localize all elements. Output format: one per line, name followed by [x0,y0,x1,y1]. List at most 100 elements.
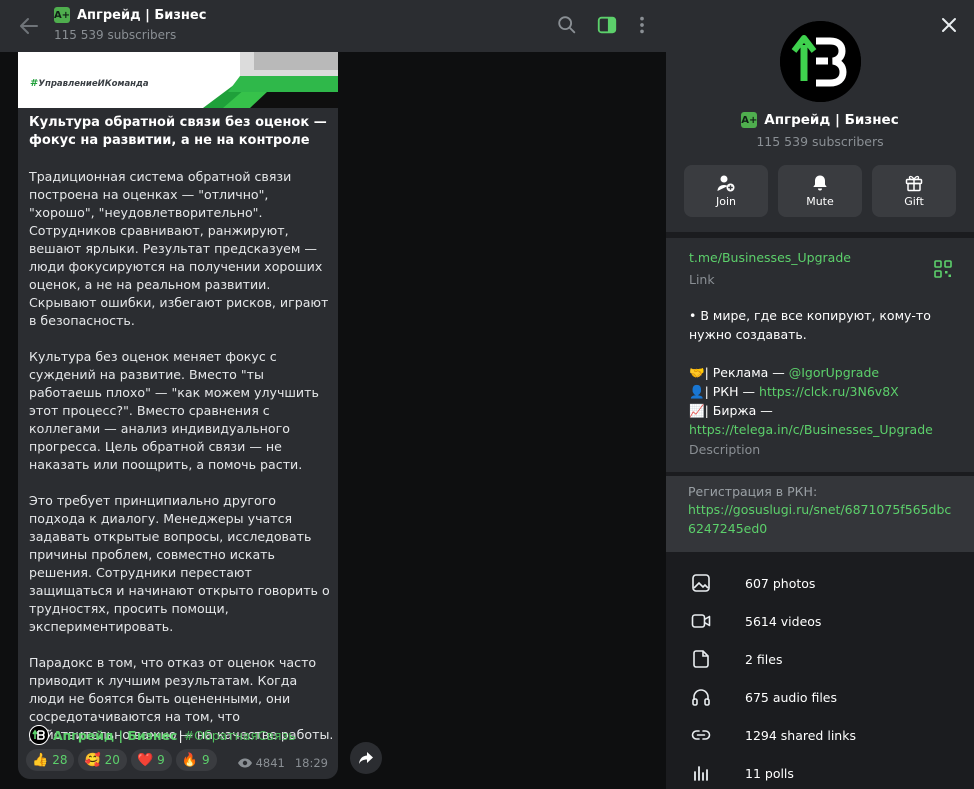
info-header-section: A+ Апгрейд | Бизнес 115 539 subscribers … [666,0,974,232]
qr-code-icon[interactable] [934,260,952,278]
back-arrow-icon[interactable] [17,14,41,38]
forward-arrow-icon [359,752,373,764]
chat-header: A+ Апгрейд | Бизнес 115 539 subscribers [0,0,666,52]
mute-button[interactable]: Mute [778,165,862,217]
forward-button[interactable] [350,742,382,774]
post-paragraph: Это требует принципиально другого подход… [29,493,330,634]
gift-button[interactable]: Gift [872,165,956,217]
media-files[interactable]: 2 files [666,640,974,678]
registration-section: Регистрация в РКН: https://gosuslugi.ru/… [666,476,974,552]
reaction-emoji: 🥰 [84,752,101,768]
reaction-emoji: ❤️ [136,752,154,768]
post-image[interactable]: #УправлениеИКоманда [18,52,338,108]
bell-icon [813,175,827,191]
add-user-icon [717,175,735,192]
desc-rkn-line: 👤| РКН — https://clck.ru/3N6v8X [689,382,964,401]
media-videos-label: 5614 videos [745,613,822,629]
close-icon[interactable] [938,14,960,36]
handshake-icon: 🤝 [689,365,705,380]
person-icon: 👤 [689,384,705,399]
channel-badge-icon: A+ [54,7,70,23]
eye-icon [237,758,252,768]
info-description-section: t.me/Businesses_Upgrade Link • В мире, г… [666,238,974,472]
desc-ads-text: | Реклама — [704,365,789,380]
reaction-heart[interactable]: ❤️ 9 [130,749,172,771]
channel-info-panel: A+ Апгрейд | Бизнес 115 539 subscribers … [666,0,974,789]
link-icon [691,730,711,740]
channel-subscribers: 115 539 subscribers [756,134,884,149]
media-audio-label: 675 audio files [745,689,837,705]
media-polls-label: 11 polls [745,765,794,781]
message-time: 18:29 [294,756,328,770]
channel-link[interactable]: t.me/Businesses_Upgrade [689,250,851,265]
media-photos-label: 607 photos [745,575,816,591]
reaction-love-face[interactable]: 🥰 20 [78,749,127,771]
media-videos[interactable]: 5614 videos [666,602,974,640]
message-meta: 4841 18:29 [237,756,328,770]
photo-icon [692,574,710,592]
media-polls[interactable]: 11 polls [666,754,974,789]
media-files-label: 2 files [745,651,783,667]
file-icon [693,650,709,668]
description-label: Description [689,442,761,457]
desc-exchange-line: 📈| Биржа — [689,401,964,420]
reaction-count: 28 [52,753,68,767]
exchange-link[interactable]: https://telega.in/c/Businesses_Upgrade [689,420,964,439]
registration-link[interactable]: https://gosuslugi.ru/snet/6871075f565dbc… [688,500,958,538]
media-links[interactable]: 1294 shared links [666,716,974,754]
ads-contact-link[interactable]: @IgorUpgrade [789,365,879,380]
channel-description: • В мире, где все копируют, кому-то нужн… [689,306,964,439]
signature-hashtag[interactable]: #ОбратнаяСвязь [184,728,296,743]
registration-label: Регистрация в РКН: [688,484,818,499]
poll-icon [694,766,708,781]
reactions-bar: 👍 28 🥰 20 ❤️ 9 🔥 9 [26,749,221,771]
reaction-emoji: 👍 [32,752,49,768]
view-count: 4841 [255,756,285,770]
desc-rkn-text: | РКН — [704,384,760,399]
chat-title-text: Апгрейд | Бизнес [77,7,207,23]
signature-channel-link[interactable]: Апгрейд | Бизнес [53,728,177,743]
signature-separator: | [178,727,183,743]
post-paragraph: Культура без оценок меняет фокус с сужде… [29,349,319,472]
link-label: Link [689,272,715,287]
gift-label: Gift [904,195,924,208]
media-links-label: 1294 shared links [745,727,856,743]
join-label: Join [715,195,736,208]
post-title: Культура обратной связи без оценок — фок… [29,115,327,148]
desc-exchange-text: | Биржа — [704,403,773,418]
reaction-count: 9 [201,753,210,767]
gift-icon [905,175,923,192]
rkn-link[interactable]: https://clck.ru/3N6v8X [759,384,899,399]
shared-media-list: 607 photos 5614 videos 2 files 675 audio… [666,564,974,789]
channel-name: A+ Апгрейд | Бизнес [666,112,974,128]
channel-name-text: Апгрейд | Бизнес [764,112,899,128]
reaction-count: 20 [104,753,120,767]
more-menu-icon[interactable] [631,14,653,36]
channel-badge-icon: A+ [741,112,757,128]
message-bubble: #УправлениеИКоманда Культура обратной св… [18,52,338,779]
reaction-fire[interactable]: 🔥 9 [175,749,217,771]
chat-subscribers: 115 539 subscribers [54,28,177,42]
media-photos[interactable]: 607 photos [666,564,974,602]
action-buttons: Join Mute Gift [684,165,966,217]
sidebar-toggle-icon[interactable] [596,14,618,36]
reaction-count: 9 [157,753,165,767]
join-button[interactable]: Join [684,165,768,217]
reaction-thumbs-up[interactable]: 👍 28 [26,749,75,771]
chat-title[interactable]: A+ Апгрейд | Бизнес [54,7,206,23]
media-audio[interactable]: 675 audio files [666,678,974,716]
search-icon[interactable] [556,14,578,36]
chat-area: A+ Апгрейд | Бизнес 115 539 subscribers [0,0,666,789]
headphones-icon [692,689,710,706]
channel-avatar[interactable] [780,21,861,102]
chart-icon: 📈 [689,403,705,418]
reaction-emoji: 🔥 [181,752,198,768]
video-icon [691,614,711,628]
post-signature: Апгрейд | Бизнес | #ОбратнаяСвязь [29,725,296,745]
mute-label: Mute [806,195,834,208]
channel-avatar-small-icon [29,725,49,745]
image-hashtag: #УправлениеИКоманда [30,78,149,89]
post-paragraph: Традиционная система обратной связи пост… [29,169,329,328]
desc-line: • В мире, где все копируют, кому-то нужн… [689,308,931,342]
desc-ads-line: 🤝| Реклама — @IgorUpgrade [689,363,964,382]
